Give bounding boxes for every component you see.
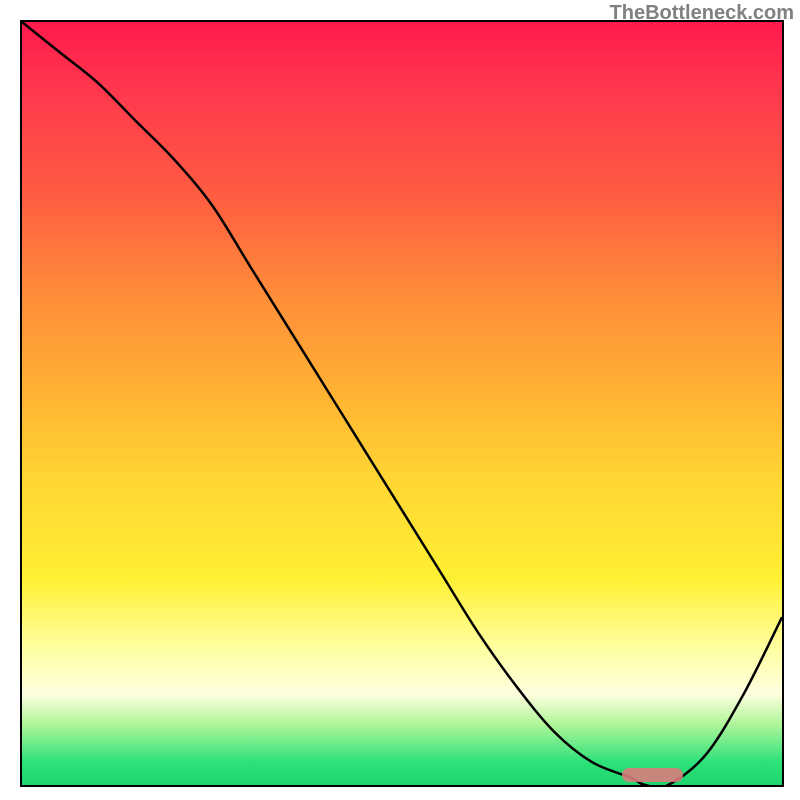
bottleneck-curve	[22, 22, 782, 785]
chart-plot-area	[20, 20, 784, 787]
optimal-range-marker	[622, 768, 683, 782]
